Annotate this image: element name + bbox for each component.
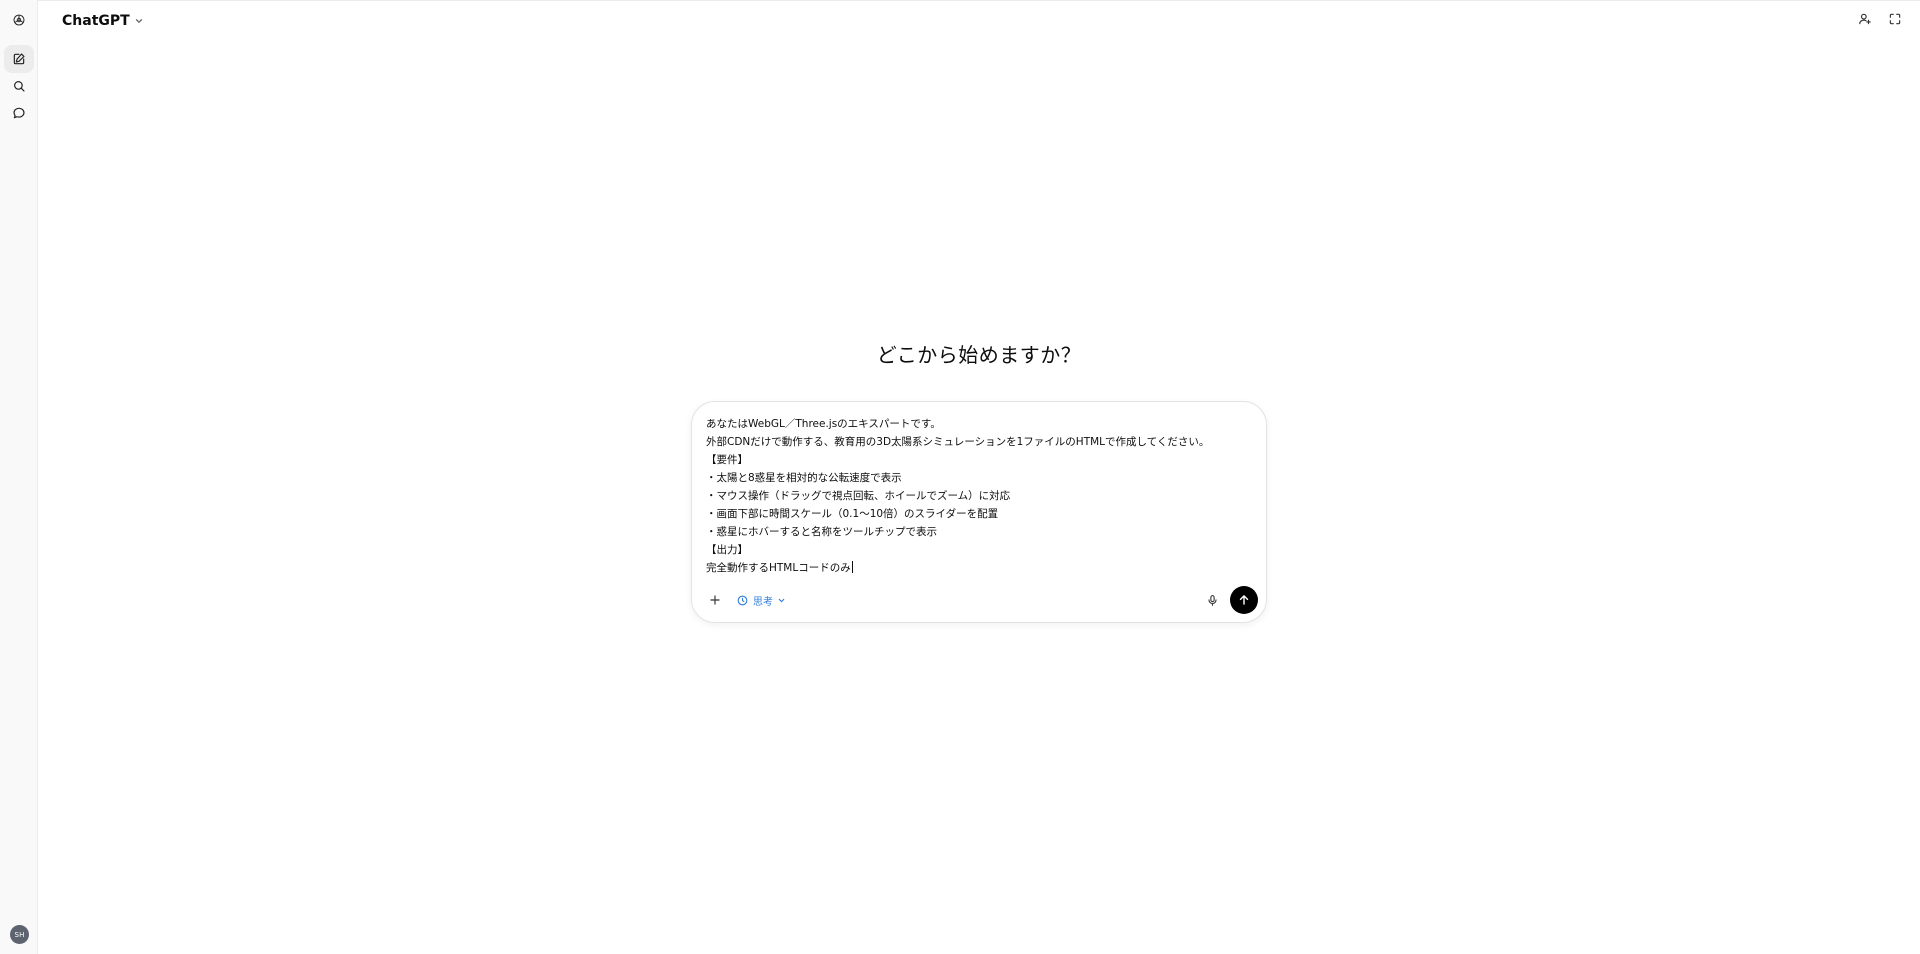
new-chat-button[interactable]: [4, 45, 34, 73]
page-title: どこから始めますか？: [876, 343, 1082, 367]
arrow-up-icon: [1239, 595, 1249, 605]
expand-icon: [1889, 13, 1901, 25]
sidebar-rail: SH: [0, 0, 38, 954]
model-switcher[interactable]: ChatGPT: [62, 11, 144, 31]
prompt-line: ・惑星にホバーすると名称をツールチップで表示: [706, 526, 937, 538]
text-caret: [851, 561, 853, 573]
dictate-button[interactable]: [1200, 588, 1224, 612]
thinking-mode-label: 思考: [753, 596, 773, 608]
chats-button[interactable]: [4, 99, 34, 127]
openai-logo-icon[interactable]: [4, 6, 34, 34]
new-chat-icon: [13, 53, 25, 65]
app-root: SH ChatGPT どこから始めますか？ あなたはWebGL／Three.js…: [0, 0, 1920, 954]
prompt-line: ・太陽と8惑星を相対的な公転速度で表示: [706, 472, 902, 484]
avatar[interactable]: SH: [10, 925, 29, 944]
temporary-chat-button[interactable]: [1888, 12, 1902, 26]
prompt-line: 【要件】: [706, 454, 748, 466]
plus-icon: [710, 595, 720, 605]
prompt-line-text: 完全動作するHTMLコードのみ: [706, 562, 851, 574]
send-button[interactable]: [1230, 586, 1258, 614]
top-bar: ChatGPT: [38, 1, 1920, 41]
search-chats-button[interactable]: [4, 72, 34, 100]
prompt-line: ・マウス操作（ドラッグで視点回転、ホイールでズーム）に対応: [706, 490, 1011, 502]
model-name: ChatGPT: [62, 13, 130, 29]
add-attachment-button[interactable]: [702, 587, 728, 613]
chevron-down-icon: [135, 19, 142, 24]
chevron-down-icon: [778, 598, 785, 602]
chat-bubble-icon: [13, 107, 25, 119]
prompt-composer: あなたはWebGL／Three.jsのエキスパートです。 外部CDNだけで動作す…: [691, 401, 1267, 623]
thinking-mode-chip[interactable]: 思考: [736, 589, 786, 611]
prompt-line: 外部CDNだけで動作する、教育用の3D太陽系シミュレーションを1ファイルのHTM…: [706, 436, 1210, 448]
thinking-icon: [737, 595, 748, 605]
prompt-textarea[interactable]: あなたはWebGL／Three.jsのエキスパートです。 外部CDNだけで動作す…: [706, 415, 1250, 577]
microphone-icon: [1207, 594, 1217, 606]
search-icon: [14, 81, 25, 92]
prompt-line-last: 完全動作するHTMLコードのみ: [706, 559, 1250, 577]
add-person-button[interactable]: [1858, 12, 1872, 26]
avatar-initials: SH: [14, 930, 25, 939]
prompt-line: あなたはWebGL／Three.jsのエキスパートです。: [706, 418, 941, 430]
main-area: ChatGPT どこから始めますか？ あなたはWebGL／Three.jsのエキ…: [38, 0, 1920, 954]
top-right-actions: [1858, 12, 1902, 26]
add-person-icon: [1859, 13, 1871, 25]
prompt-line: 【出力】: [706, 544, 748, 556]
composer-toolbar: 思考: [702, 586, 1258, 614]
prompt-line: ・画面下部に時間スケール（0.1～10倍）のスライダーを配置: [706, 508, 999, 520]
